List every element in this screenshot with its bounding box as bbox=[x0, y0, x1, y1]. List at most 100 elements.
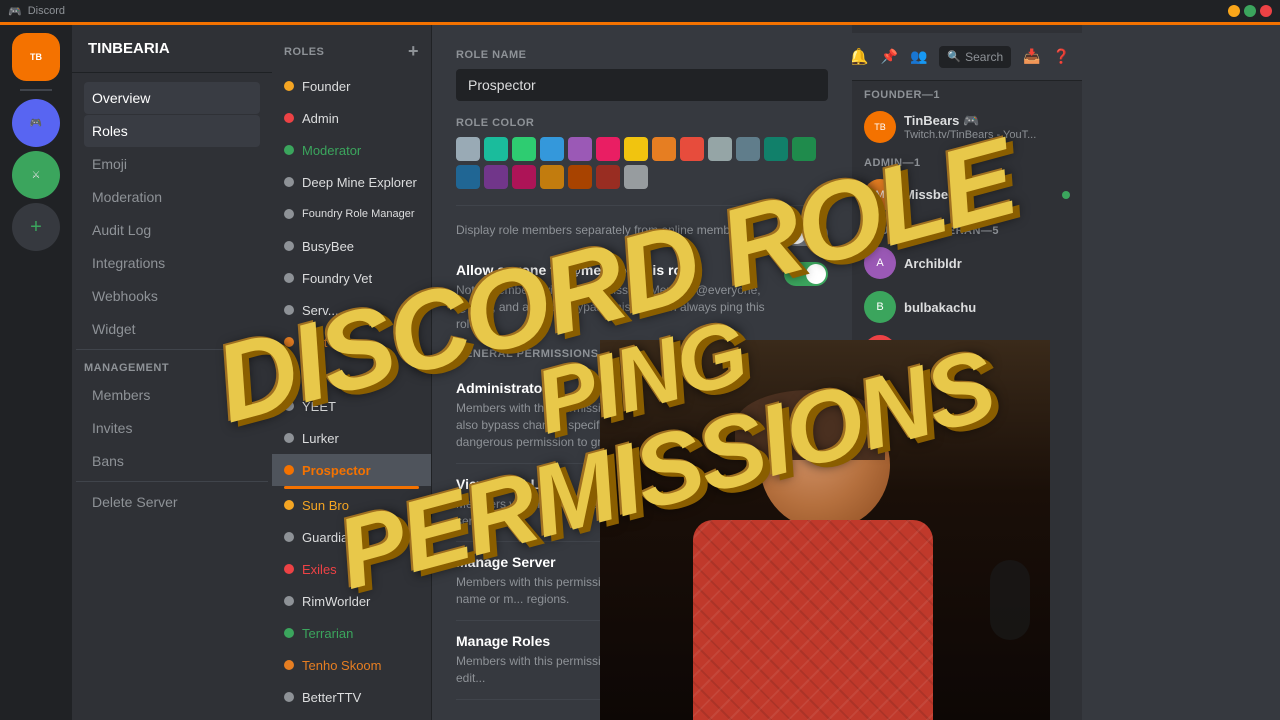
role-label-prospector: Prospector bbox=[302, 463, 371, 478]
sidebar-item-invites[interactable]: Invites bbox=[84, 412, 260, 444]
inbox-icon[interactable]: 📥 bbox=[1023, 48, 1040, 65]
color-swatch-0[interactable] bbox=[456, 137, 480, 161]
pin-icon[interactable]: 📌 bbox=[881, 48, 898, 65]
color-swatch-13[interactable] bbox=[456, 165, 480, 189]
member-info-archibldr: Archibldr bbox=[904, 256, 1070, 271]
role-item-busybee[interactable]: BusyBee bbox=[272, 230, 431, 262]
role-item-sun-bro[interactable]: Sun Bro bbox=[272, 489, 431, 521]
color-swatch-14[interactable] bbox=[484, 165, 508, 189]
color-swatch-8[interactable] bbox=[680, 137, 704, 161]
role-item-exiles[interactable]: Exiles bbox=[272, 553, 431, 585]
sidebar-item-webhooks[interactable]: Webhooks bbox=[84, 280, 260, 312]
sidebar-item-delete-server[interactable]: Delete Server bbox=[84, 486, 260, 518]
role-dot-rimworlder bbox=[284, 596, 294, 606]
role-label-sun-bro: Sun Bro bbox=[302, 498, 349, 513]
role-item-terrarian[interactable]: Terrarian bbox=[272, 617, 431, 649]
color-swatch-15[interactable] bbox=[512, 165, 536, 189]
role-item-prospector[interactable]: Prospector bbox=[272, 454, 431, 486]
role-item-foundry-role-manager[interactable]: Foundry Role Manager bbox=[272, 198, 431, 230]
role-dot-foundry-vet bbox=[284, 273, 294, 283]
search-bar[interactable]: 🔍 Search bbox=[939, 46, 1011, 68]
roles-section-label: ROLES bbox=[284, 46, 324, 58]
bell-icon[interactable]: 🔔 bbox=[852, 47, 869, 67]
display-separately-toggle-thumb bbox=[786, 224, 806, 244]
role-label-foundry-manager: Foundry Role Manager bbox=[302, 208, 415, 220]
sidebar-item-overview[interactable]: Overview bbox=[84, 82, 260, 114]
color-swatch-4[interactable] bbox=[568, 137, 592, 161]
sidebar-item-members[interactable]: Members bbox=[84, 379, 260, 411]
display-separately-label: Display role members separately from onl… bbox=[456, 222, 747, 239]
role-item-tenho-skoom[interactable]: Tenho Skoom bbox=[272, 649, 431, 681]
role-label-admin: Admin bbox=[302, 111, 339, 126]
sidebar-item-widget[interactable]: Widget bbox=[84, 313, 260, 345]
color-swatch-5[interactable] bbox=[596, 137, 620, 161]
color-swatch-2[interactable] bbox=[512, 137, 536, 161]
color-swatch-11[interactable] bbox=[764, 137, 788, 161]
server-icon-2[interactable]: ⚔ bbox=[12, 151, 60, 199]
maximize-button[interactable]: □ bbox=[1244, 5, 1256, 17]
color-swatch-16[interactable] bbox=[540, 165, 564, 189]
allow-ping-toggle[interactable] bbox=[784, 262, 828, 286]
sidebar-item-integrations[interactable]: Integrations bbox=[84, 247, 260, 279]
role-item-bettertv[interactable]: BetterTTV bbox=[272, 681, 431, 713]
role-dot-loot-miners bbox=[284, 337, 294, 347]
color-swatch-12[interactable] bbox=[792, 137, 816, 161]
sidebar-item-bans[interactable]: Bans bbox=[84, 445, 260, 477]
sidebar-item-audit-log[interactable]: Audit Log bbox=[84, 214, 260, 246]
role-item-admin[interactable]: Admin bbox=[272, 102, 431, 134]
server-name[interactable]: TINBEARIA bbox=[72, 25, 272, 73]
color-swatch-6[interactable] bbox=[624, 137, 648, 161]
role-item-loot-miners[interactable]: Loot Miners bbox=[272, 326, 431, 358]
display-separately-toggle[interactable] bbox=[784, 222, 828, 246]
member-item-bulbakachu[interactable]: B bulbakachu bbox=[852, 285, 1082, 329]
help-icon[interactable]: ❓ bbox=[1053, 48, 1070, 65]
role-item-serv[interactable]: Serv... bbox=[272, 294, 431, 326]
window-chrome: 🎮 Discord _ □ ✕ bbox=[0, 0, 1280, 22]
color-swatch-3[interactable] bbox=[540, 137, 564, 161]
color-swatch-18[interactable] bbox=[596, 165, 620, 189]
color-swatch-7[interactable] bbox=[652, 137, 676, 161]
server-icon-1[interactable]: 🎮 bbox=[12, 99, 60, 147]
sidebar-item-moderation[interactable]: Moderation bbox=[84, 181, 260, 213]
color-swatch-9[interactable] bbox=[708, 137, 732, 161]
member-item-tinbears[interactable]: TB TinBears 🎮 Twitch.tv/TinBears - YouT.… bbox=[852, 105, 1082, 149]
member-status-tinbears: Twitch.tv/TinBears - YouT... bbox=[904, 129, 1070, 141]
role-dot-exiles bbox=[284, 564, 294, 574]
role-dot-moderator bbox=[284, 145, 294, 155]
color-swatch-1[interactable] bbox=[484, 137, 508, 161]
role-item-deep-mine-explorer[interactable]: Deep Mine Explorer bbox=[272, 166, 431, 198]
role-label-serv: Serv... bbox=[302, 303, 339, 318]
member-info-tinbears: TinBears 🎮 Twitch.tv/TinBears - YouT... bbox=[904, 113, 1070, 141]
role-dot-prospector bbox=[284, 465, 294, 475]
role-item-founder[interactable]: Founder bbox=[272, 70, 431, 102]
member-section-admin: ADMIN—1 bbox=[852, 149, 1082, 173]
minimize-button[interactable]: _ bbox=[1228, 5, 1240, 17]
server-icon-tinbearia[interactable]: TB bbox=[12, 33, 60, 81]
webcam-person bbox=[600, 340, 1050, 720]
members-icon[interactable]: 👥 bbox=[910, 48, 927, 65]
role-dot-yeet bbox=[284, 401, 294, 411]
color-swatch-10[interactable] bbox=[736, 137, 760, 161]
role-item-lurker[interactable]: Lurker bbox=[272, 422, 431, 454]
role-color-label: ROLE COLOR bbox=[456, 117, 828, 129]
member-item-missbee[interactable]: M Missbee 🐝 bbox=[852, 173, 1082, 217]
sidebar-item-emoji[interactable]: Emoji bbox=[84, 148, 260, 180]
role-item-genesis[interactable]: Genesis bbox=[272, 713, 431, 720]
role-name-input[interactable] bbox=[456, 69, 828, 101]
window-title-text: Discord bbox=[28, 5, 65, 17]
role-item-yeet[interactable]: YEET bbox=[272, 390, 431, 422]
add-role-button[interactable]: + bbox=[408, 41, 419, 62]
topbar: 🔔 📌 👥 🔍 Search 📥 ❓ bbox=[852, 33, 1082, 81]
server-icon-add[interactable]: + bbox=[12, 203, 60, 251]
close-button[interactable]: ✕ bbox=[1260, 5, 1272, 17]
color-swatch-17[interactable] bbox=[568, 165, 592, 189]
role-item-vip[interactable]: VIP bbox=[272, 358, 431, 390]
sidebar-item-roles[interactable]: Roles bbox=[84, 115, 260, 147]
role-item-moderator[interactable]: Moderator bbox=[272, 134, 431, 166]
member-item-archibldr[interactable]: A Archibldr bbox=[852, 241, 1082, 285]
color-swatch-19[interactable] bbox=[624, 165, 648, 189]
role-item-foundry-vet[interactable]: Foundry Vet bbox=[272, 262, 431, 294]
role-dot-bettertv bbox=[284, 692, 294, 702]
role-item-rimworlder[interactable]: RimWorlder bbox=[272, 585, 431, 617]
role-item-guardian[interactable]: Guardian bbox=[272, 521, 431, 553]
